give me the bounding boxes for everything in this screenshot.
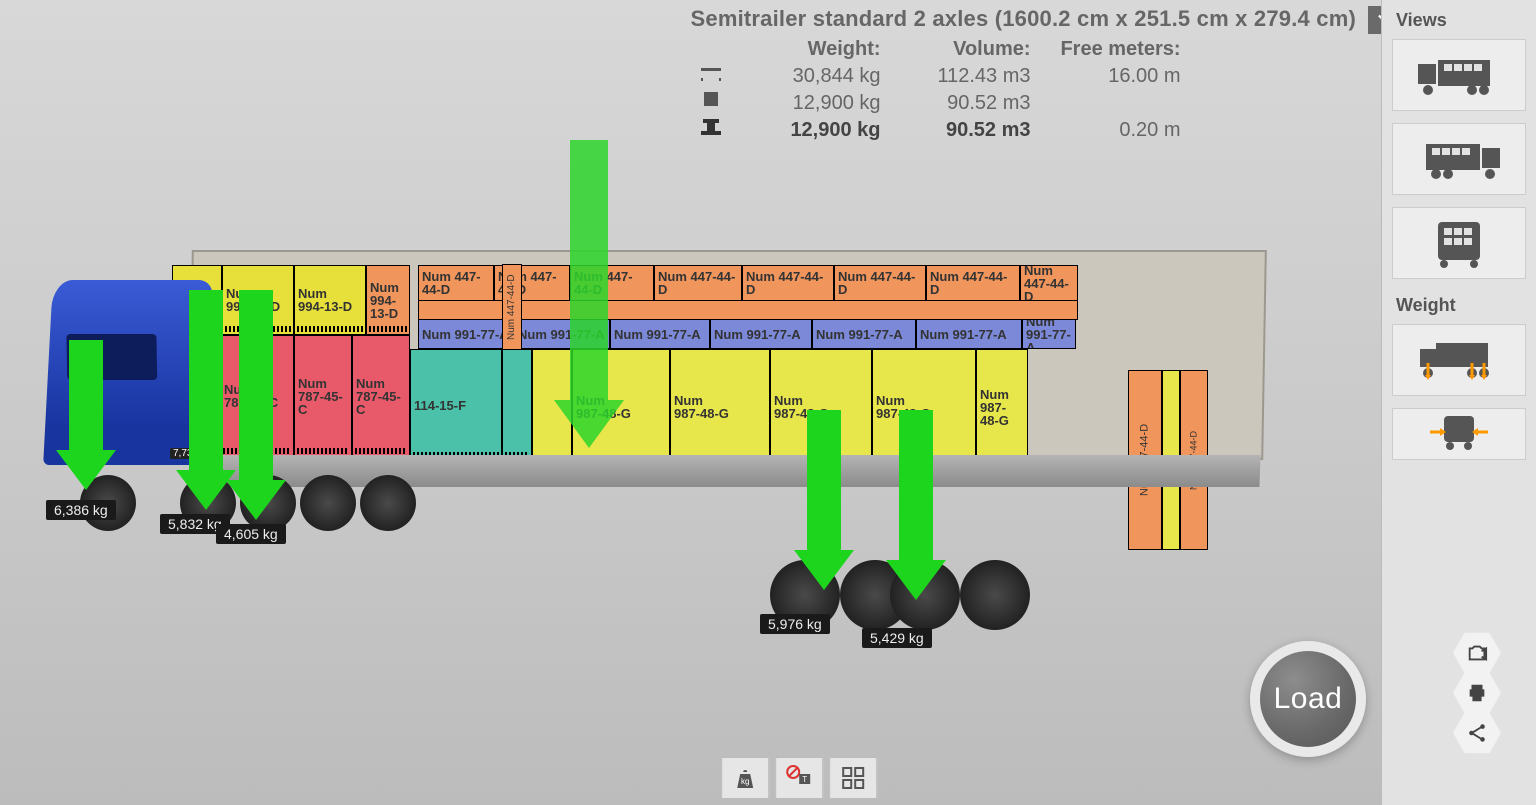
cap-volume: 112.43 m3 bbox=[881, 65, 1031, 88]
cap-weight: 30,844 kg bbox=[731, 65, 881, 88]
row-capacity-icon bbox=[691, 65, 731, 88]
vehicle-info-panel: Semitrailer standard 2 axles (1600.2 cm … bbox=[691, 6, 1356, 142]
box-tag: Num987-48-G bbox=[576, 394, 666, 420]
box-tag: Num987-48-G bbox=[774, 394, 868, 420]
axle-label: 4,605 kg bbox=[216, 524, 286, 544]
box-tag: Num787-45-C bbox=[224, 383, 290, 409]
bottom-toolbar: kg T bbox=[721, 757, 877, 799]
axle-label: 6,386 kg bbox=[46, 500, 116, 520]
box-tag: Num 447-44-D bbox=[838, 270, 922, 296]
view-rear-button[interactable] bbox=[1392, 207, 1526, 279]
toggle-layout-button[interactable] bbox=[829, 757, 877, 799]
toggle-label-button[interactable]: T bbox=[775, 757, 823, 799]
box-tag: Num987-48-G bbox=[876, 394, 972, 420]
box-tag: Num 991-77-A bbox=[920, 328, 1018, 341]
box-tag: Num787-45-C bbox=[298, 377, 348, 416]
box-tag: Num994-13-D bbox=[226, 287, 290, 313]
box-tag: Num994-13-D bbox=[298, 287, 362, 313]
vehicle-title: Semitrailer standard 2 axles (1600.2 cm … bbox=[691, 6, 1356, 32]
load-button[interactable]: Load bbox=[1250, 641, 1366, 757]
svg-text:T: T bbox=[802, 775, 807, 784]
box-tag: Num 991-77-A bbox=[614, 328, 706, 341]
box-tag: Num 447-44-D bbox=[422, 270, 490, 296]
hdr-weight: Weight: bbox=[731, 38, 881, 61]
toggle-weight-icon-button[interactable]: kg bbox=[721, 757, 769, 799]
box-tag: Num787-45-C bbox=[356, 377, 406, 416]
box-tag: Num994-13-D bbox=[370, 281, 406, 320]
hdr-free: Free meters: bbox=[1031, 38, 1181, 61]
axle-label: 5,976 kg bbox=[760, 614, 830, 634]
weight-section-label: Weight bbox=[1382, 291, 1536, 324]
box-tag: Num 447-44-D bbox=[930, 270, 1016, 296]
share-button[interactable] bbox=[1452, 711, 1502, 755]
box-tag: Num 447-44-D bbox=[658, 270, 738, 296]
row-used-icon bbox=[691, 119, 731, 142]
box-tag: Num 991-77-A bbox=[422, 328, 510, 341]
box-tag: Num 991-77-A bbox=[518, 328, 606, 341]
cap-free: 16.00 m bbox=[1031, 65, 1181, 88]
axle-weight-side-button[interactable] bbox=[1392, 324, 1526, 396]
box-tag: Num 991-77-A bbox=[1026, 319, 1072, 349]
view-side-right-button[interactable] bbox=[1392, 123, 1526, 195]
print-button[interactable] bbox=[1452, 671, 1502, 715]
svg-text:kg: kg bbox=[741, 777, 749, 786]
box-tag: Num987-48-G bbox=[980, 388, 1024, 427]
box-tag: Num 447-44-D bbox=[746, 270, 830, 296]
box-tag: Num 447-44-D bbox=[574, 270, 650, 296]
box-tag: 114-15-F bbox=[414, 399, 498, 412]
box-tag: Num 447-44-D bbox=[507, 274, 517, 340]
view-side-left-button[interactable] bbox=[1392, 39, 1526, 111]
truck-cab bbox=[43, 280, 213, 465]
box-tag: Num 447-44-D bbox=[1024, 265, 1074, 301]
used-weight: 12,900 kg bbox=[731, 119, 881, 142]
views-section-label: Views bbox=[1382, 6, 1536, 39]
cargo-free bbox=[1031, 92, 1181, 115]
box-tag: Num987-48-G bbox=[674, 394, 766, 420]
axle-weight-rear-button[interactable] bbox=[1392, 408, 1526, 460]
used-free: 0.20 m bbox=[1031, 119, 1181, 142]
cargo-volume: 90.52 m3 bbox=[881, 92, 1031, 115]
row-cargo-icon bbox=[691, 92, 731, 115]
box-tag: Num 991-77-A bbox=[816, 328, 912, 341]
cargo-weight: 12,900 kg bbox=[731, 92, 881, 115]
used-volume: 90.52 m3 bbox=[881, 119, 1031, 142]
hdr-volume: Volume: bbox=[881, 38, 1031, 61]
trailer-platform bbox=[189, 455, 1260, 487]
load-button-label: Load bbox=[1274, 682, 1343, 716]
camera-button[interactable] bbox=[1452, 631, 1502, 675]
axle-label: 5,429 kg bbox=[862, 628, 932, 648]
action-icons bbox=[1452, 635, 1502, 755]
box-tag: Num 991-77-A bbox=[714, 328, 808, 341]
stats-table: Weight: Volume: Free meters: 30,844 kg 1… bbox=[691, 38, 1356, 142]
